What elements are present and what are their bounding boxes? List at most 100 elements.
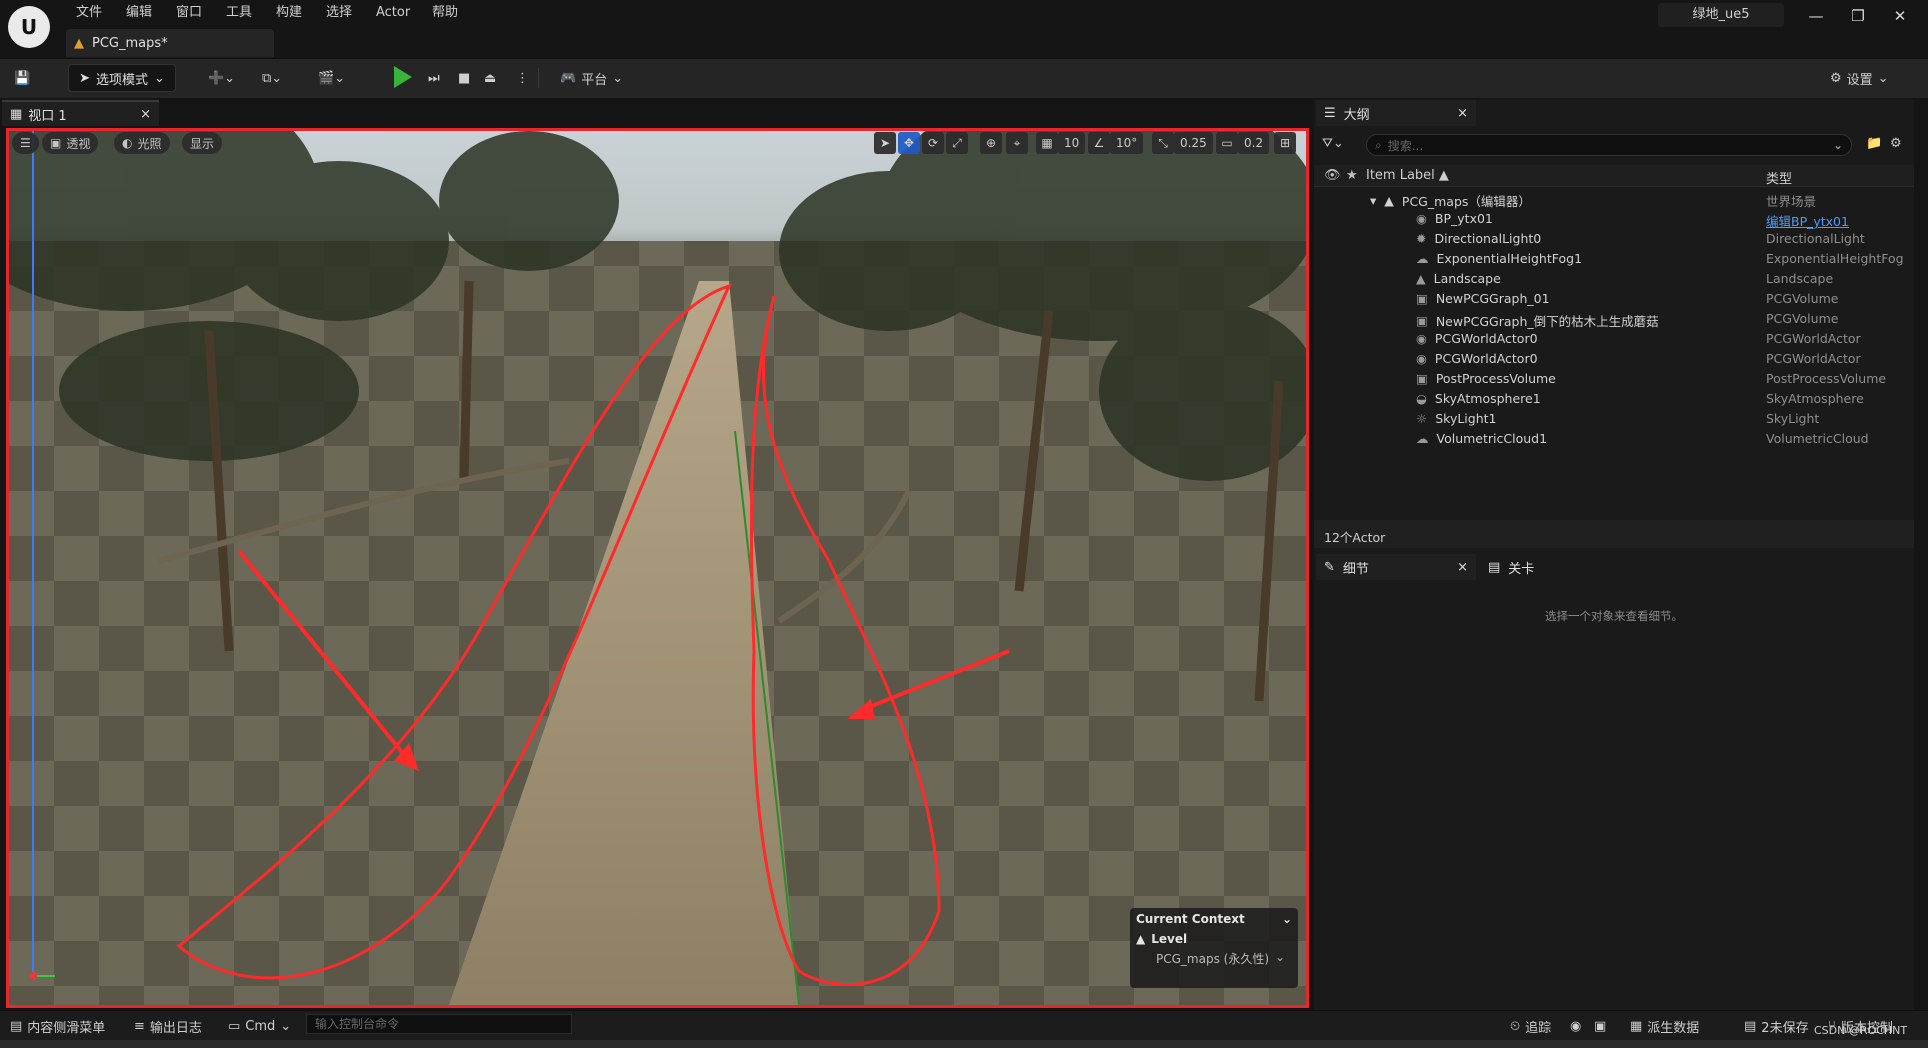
outliner-row[interactable]: ◉ PCGWorldActor0 PCGWorldActor xyxy=(1314,329,1914,349)
close-tab-icon[interactable]: × xyxy=(1457,106,1468,121)
unreal-logo-icon[interactable]: U xyxy=(8,6,50,48)
viewport-tab[interactable]: ▦ 视口 1 × xyxy=(2,100,159,126)
outliner-row[interactable]: ☁ ExponentialHeightFog1 ExponentialHeightF… xyxy=(1314,249,1914,269)
console-input[interactable]: 输入控制台命令 xyxy=(306,1014,572,1034)
chevron-down-icon: ⌄ xyxy=(1832,138,1843,152)
menu-item[interactable]: 工具 xyxy=(216,2,262,24)
levels-tab[interactable]: ▤ 关卡 xyxy=(1480,554,1600,580)
maximize-viewport-icon[interactable]: ⊞ xyxy=(1274,132,1296,154)
eject-icon[interactable]: ⏏ xyxy=(484,64,496,92)
level-selector[interactable]: PCG_maps (永久性) ⌄ xyxy=(1136,950,1292,967)
trace-button[interactable]: ⏲ 追踪 xyxy=(1510,1016,1551,1036)
outliner-settings-icon[interactable]: ⚙ xyxy=(1890,136,1902,151)
show-button[interactable]: 显示 xyxy=(182,132,223,154)
scale-tool-icon[interactable]: ⤢ xyxy=(946,132,968,154)
coordinate-space-icon[interactable]: ⊕ xyxy=(980,132,1002,154)
cube-icon: ▣ xyxy=(50,136,62,150)
grid-snap-icon[interactable]: ▦ xyxy=(1036,132,1058,154)
cinematics-icon[interactable]: 🎬⌄ xyxy=(318,64,345,92)
outliner-row-label: VolumetricCloud1 xyxy=(1436,431,1548,446)
chevron-down-icon[interactable]: ⌄ xyxy=(1282,912,1292,926)
level-viewport[interactable] xyxy=(6,128,1309,1008)
outliner-row[interactable]: ☼ SkyLight1 SkyLight xyxy=(1314,409,1914,429)
camera-speed-icon[interactable]: ▭ xyxy=(1216,132,1238,154)
pin-icon[interactable]: ★ xyxy=(1346,168,1358,183)
menu-item[interactable]: 窗口 xyxy=(166,2,212,24)
rotation-snap-icon[interactable]: ∠ xyxy=(1088,132,1110,154)
add-folder-icon[interactable]: 📁 xyxy=(1866,136,1882,151)
outliner-row[interactable]: ◒ SkyAtmosphere1 SkyAtmosphere xyxy=(1314,389,1914,409)
more-options-icon[interactable]: ⋮ xyxy=(516,64,529,92)
edit-blueprint-link[interactable]: 编辑BP_ytx01 xyxy=(1766,211,1849,230)
outliner-row[interactable]: ▲ Landscape Landscape xyxy=(1314,269,1914,289)
details-tab[interactable]: ✎ 细节 × xyxy=(1316,554,1476,580)
grid-snap-value[interactable]: 10 xyxy=(1058,132,1086,154)
outliner-row-label-wrap: ◉ PCGWorldActor0 xyxy=(1416,351,1538,366)
platforms-button[interactable]: 🎮 平台 ⌄ xyxy=(560,64,623,92)
select-tool-icon[interactable]: ➤ xyxy=(874,132,896,154)
outliner-row-label: BP_ytx01 xyxy=(1434,211,1493,226)
outliner-row[interactable]: ▣ PostProcessVolume PostProcessVolume xyxy=(1314,369,1914,389)
output-log-button[interactable]: ≡ 输出日志 xyxy=(134,1016,202,1036)
translate-tool-icon[interactable]: ✥ xyxy=(898,132,920,154)
expand-icon[interactable]: ▾ xyxy=(1370,193,1376,208)
filter-icon[interactable]: ⛛⌄ xyxy=(1322,136,1344,151)
record-icon[interactable]: ◉ xyxy=(1570,1016,1581,1036)
stop-icon[interactable]: ■ xyxy=(458,64,470,92)
output-log-icon: ≡ xyxy=(134,1018,145,1034)
outliner-row[interactable]: ◉ PCGWorldActor0 PCGWorldActor xyxy=(1314,349,1914,369)
menu-item[interactable]: 选择 xyxy=(316,2,362,24)
mode-selector[interactable]: ➤ 选项模式 ⌄ xyxy=(68,64,176,92)
camera-speed-value[interactable]: 0.2 xyxy=(1238,132,1270,154)
perspective-button[interactable]: ▣ 透视 xyxy=(42,132,99,154)
outliner-row[interactable]: ✹ DirectionalLight0 DirectionalLight xyxy=(1314,229,1914,249)
document-tab[interactable]: ▲ PCG_maps* xyxy=(66,29,274,57)
outliner-tab[interactable]: ☰ 大纲 × xyxy=(1316,100,1476,126)
outliner-row[interactable]: ▣ NewPCGGraph_01 PCGVolume xyxy=(1314,289,1914,309)
visibility-icon[interactable]: 👁 xyxy=(1324,168,1341,183)
document-tab-label: PCG_maps* xyxy=(92,35,168,51)
add-actor-icon[interactable]: ➕⌄ xyxy=(208,64,235,92)
rotate-tool-icon[interactable]: ⟳ xyxy=(922,132,944,154)
minimize-icon[interactable]: — xyxy=(1796,4,1836,28)
settings-button[interactable]: ⚙ 设置 ⌄ xyxy=(1830,64,1889,92)
blueprint-icon[interactable]: ⧉⌄ xyxy=(262,64,282,92)
cmd-button[interactable]: ▭ Cmd ⌄ xyxy=(228,1016,291,1036)
level-icon: ▲ xyxy=(1136,932,1146,946)
derived-data-button[interactable]: ▦ 派生数据 xyxy=(1630,1016,1699,1036)
scale-snap-value[interactable]: 0.25 xyxy=(1174,132,1213,154)
close-window-icon[interactable]: ✕ xyxy=(1880,4,1920,28)
content-drawer-button[interactable]: ▤ 内容侧滑菜单 xyxy=(10,1016,105,1036)
viewport-menu-icon[interactable]: ☰ xyxy=(12,132,39,154)
column-type[interactable]: 类型 xyxy=(1766,168,1792,187)
close-tab-icon[interactable]: × xyxy=(1457,560,1468,575)
close-tab-icon[interactable]: × xyxy=(140,107,151,122)
outliner-search[interactable]: ⌕ 搜索... ⌄ xyxy=(1366,134,1852,156)
unsaved-button[interactable]: ▤ 2未保存 xyxy=(1744,1016,1809,1036)
restore-icon[interactable]: ❐ xyxy=(1838,4,1878,28)
lighting-button[interactable]: ◐ 光照 xyxy=(114,132,170,154)
unsaved-icon: ▤ xyxy=(1744,1018,1757,1034)
outliner-row[interactable]: ☁ VolumetricCloud1 VolumetricCloud xyxy=(1314,429,1914,449)
step-icon[interactable]: ⏭ xyxy=(428,64,440,92)
scale-snap-icon[interactable]: ⤡ xyxy=(1152,132,1174,154)
menu-item[interactable]: 文件 xyxy=(66,2,112,24)
outliner-root-row[interactable]: ▾ ▲ PCG_maps（编辑器） 世界场景 xyxy=(1314,189,1914,209)
menu-item[interactable]: 构建 xyxy=(266,2,312,24)
column-item-label[interactable]: Item Label ▲ xyxy=(1366,168,1449,183)
menu-item[interactable]: 帮助 xyxy=(422,2,468,24)
trace-icon: ⏲ xyxy=(1510,1018,1521,1034)
save-icon[interactable]: 💾 xyxy=(14,64,30,92)
outliner-row[interactable]: ▣ NewPCGGraph_倒下的枯木上生成蘑菇 PCGVolume xyxy=(1314,309,1914,329)
screenshot-icon[interactable]: ▣ xyxy=(1594,1016,1606,1036)
outliner-row-type: PCGVolume xyxy=(1766,291,1839,306)
outliner-row[interactable]: ◉ BP_ytx01 编辑BP_ytx01 xyxy=(1314,209,1914,229)
menu-item[interactable]: 编辑 xyxy=(116,2,162,24)
viewport-icon: ▦ xyxy=(10,106,23,122)
menu-item[interactable]: Actor xyxy=(366,2,420,24)
details-icon: ✎ xyxy=(1324,559,1335,575)
play-button[interactable] xyxy=(394,66,412,88)
surface-snap-icon[interactable]: ⌖ xyxy=(1006,132,1028,154)
platform-icon: 🎮 xyxy=(560,70,577,86)
rotation-snap-value[interactable]: 10° xyxy=(1110,132,1144,154)
